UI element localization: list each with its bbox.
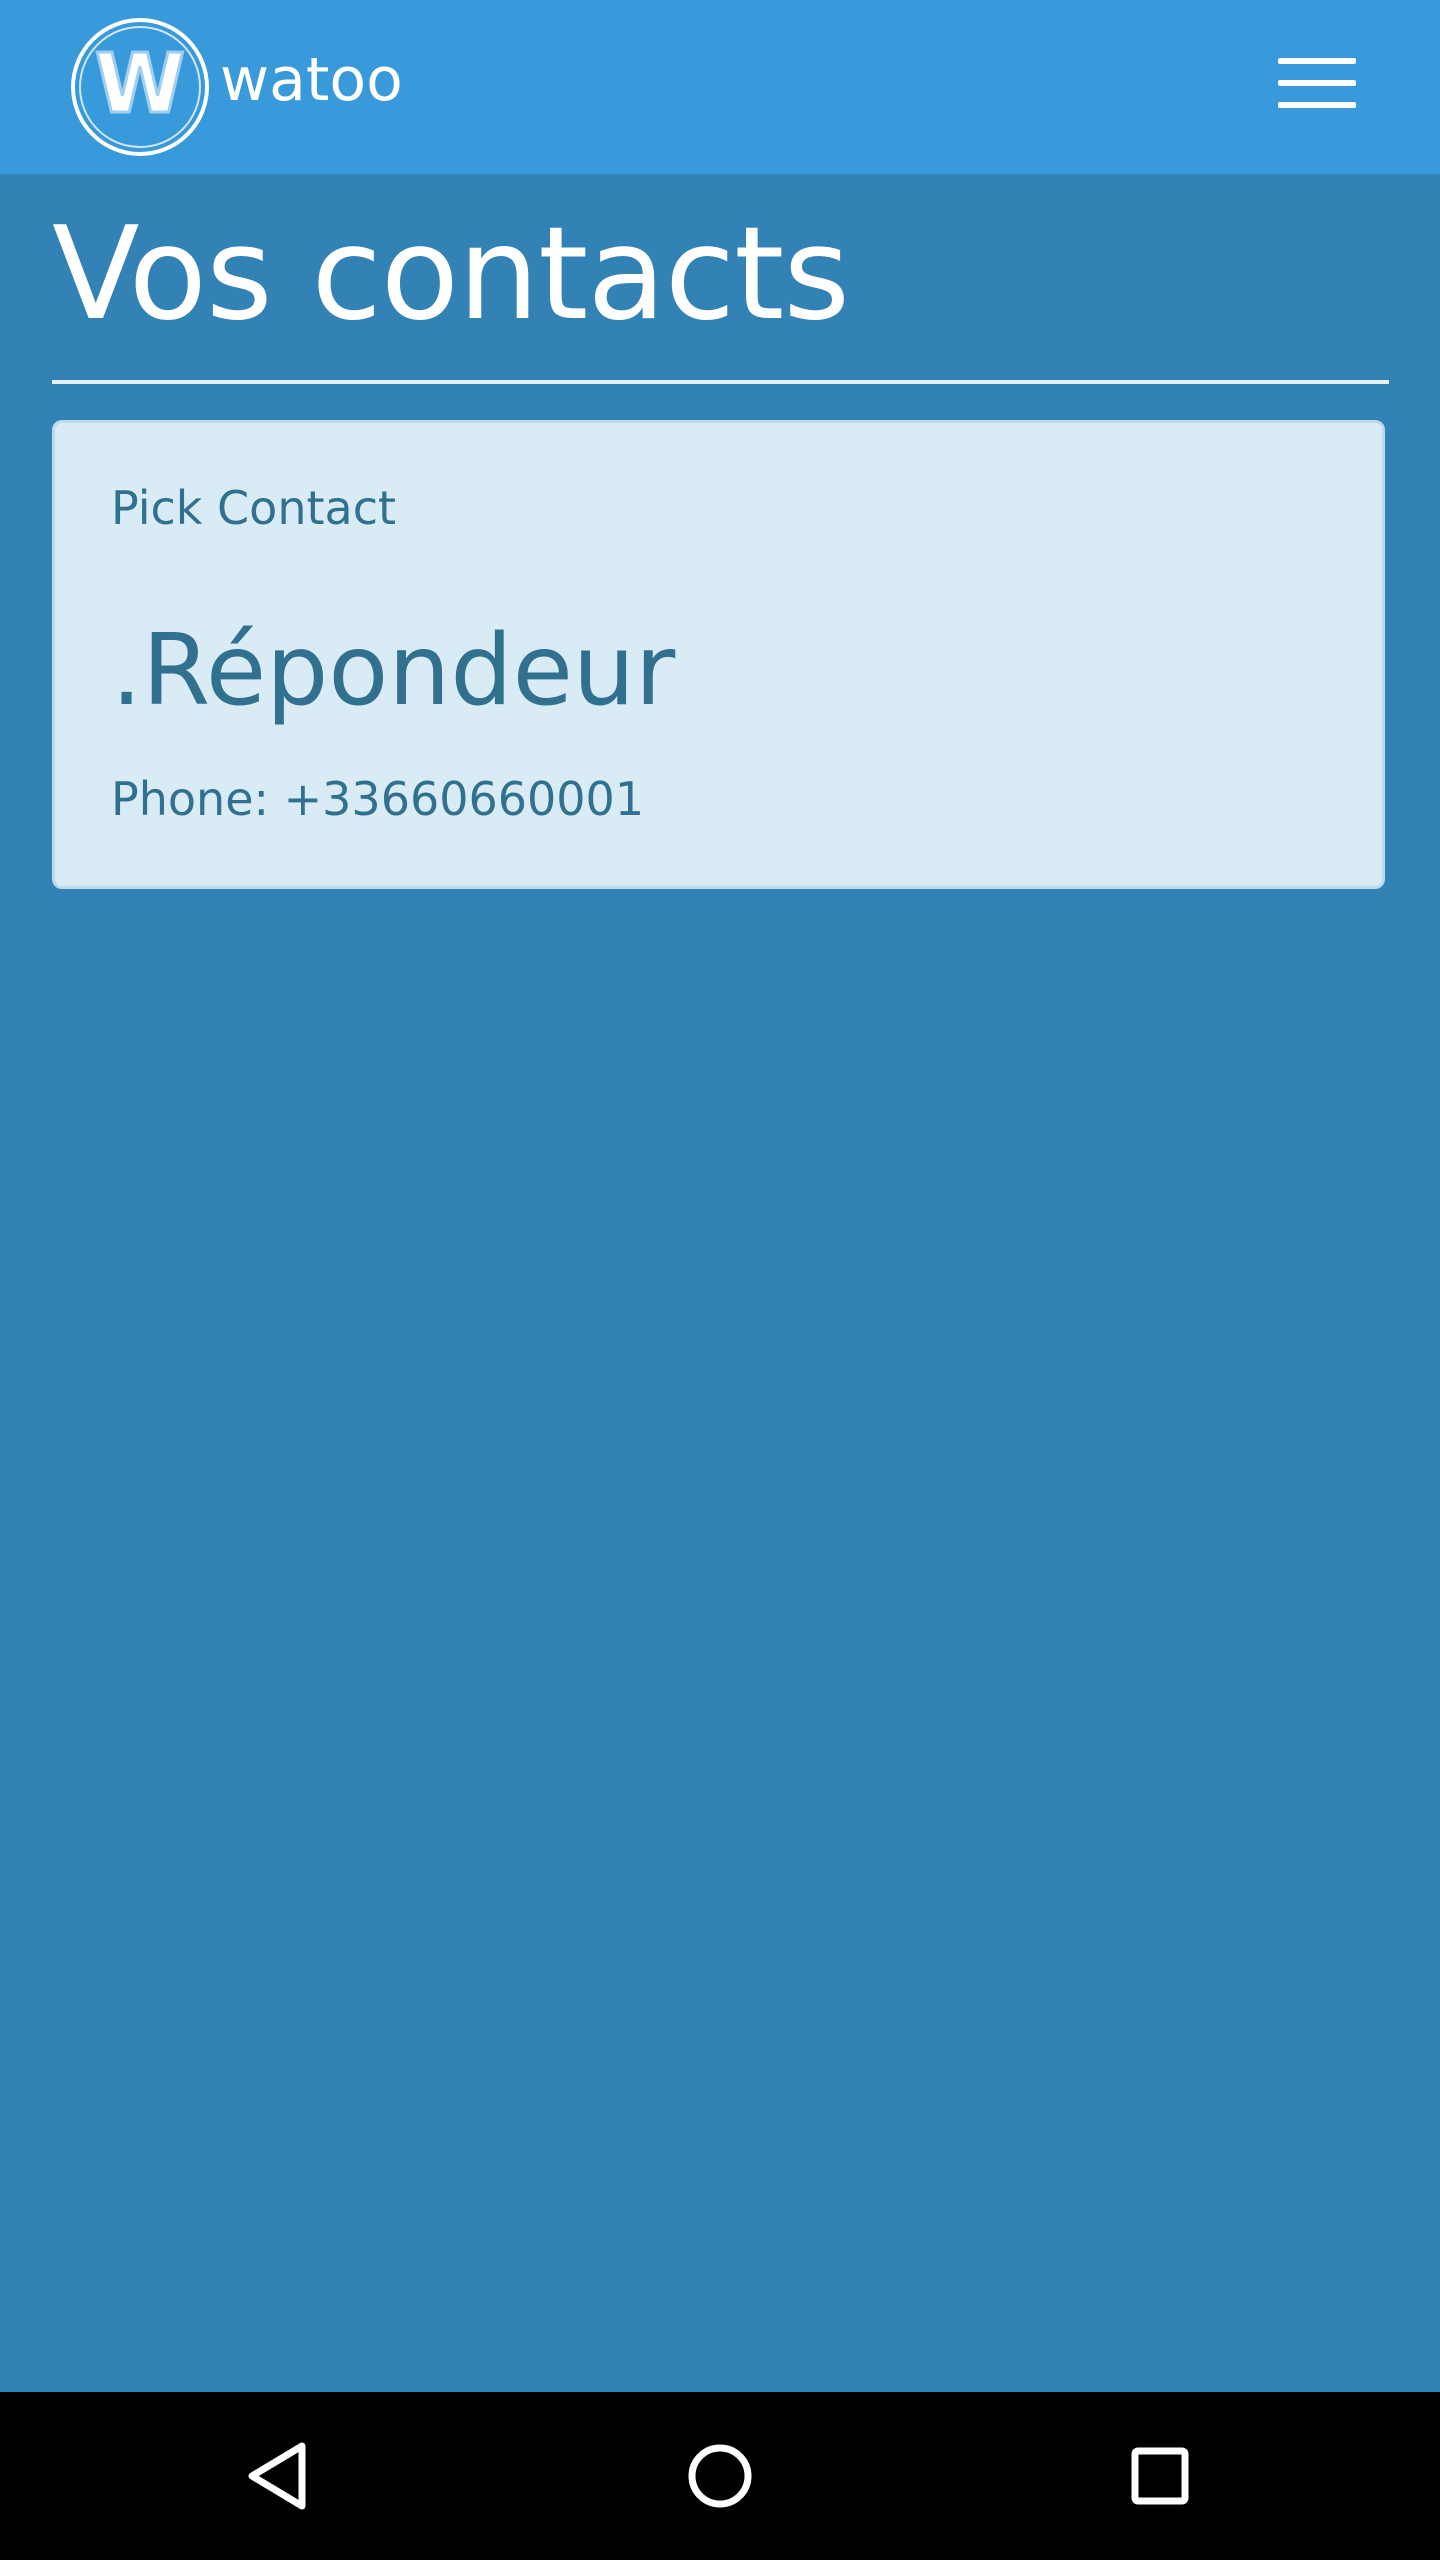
system-nav-bar — [0, 2392, 1440, 2560]
watoo-logo-icon[interactable]: W — [69, 16, 211, 158]
contact-phone: Phone: +33660660001 — [111, 772, 645, 826]
menu-bar-top — [1278, 58, 1356, 64]
menu-bar-bottom — [1278, 102, 1356, 108]
logo-letter: W — [95, 37, 185, 132]
title-divider — [52, 380, 1389, 384]
recents-square-icon[interactable] — [1110, 2426, 1210, 2526]
pick-contact-label: Pick Contact — [111, 481, 397, 535]
page-title: Vos contacts — [52, 200, 850, 349]
brand-name: watoo — [220, 45, 403, 115]
back-triangle-icon[interactable] — [230, 2426, 330, 2526]
contact-name: .Répondeur — [111, 614, 676, 728]
contacts-screen: W watoo Vos contacts Pick Contact .Répon… — [0, 0, 1440, 2560]
app-bar: W watoo — [0, 0, 1440, 174]
home-circle-icon[interactable] — [670, 2426, 770, 2526]
contact-card[interactable]: Pick Contact .Répondeur Phone: +33660660… — [52, 420, 1385, 889]
menu-bar-middle — [1278, 80, 1356, 86]
hamburger-menu-icon[interactable] — [1260, 50, 1370, 120]
